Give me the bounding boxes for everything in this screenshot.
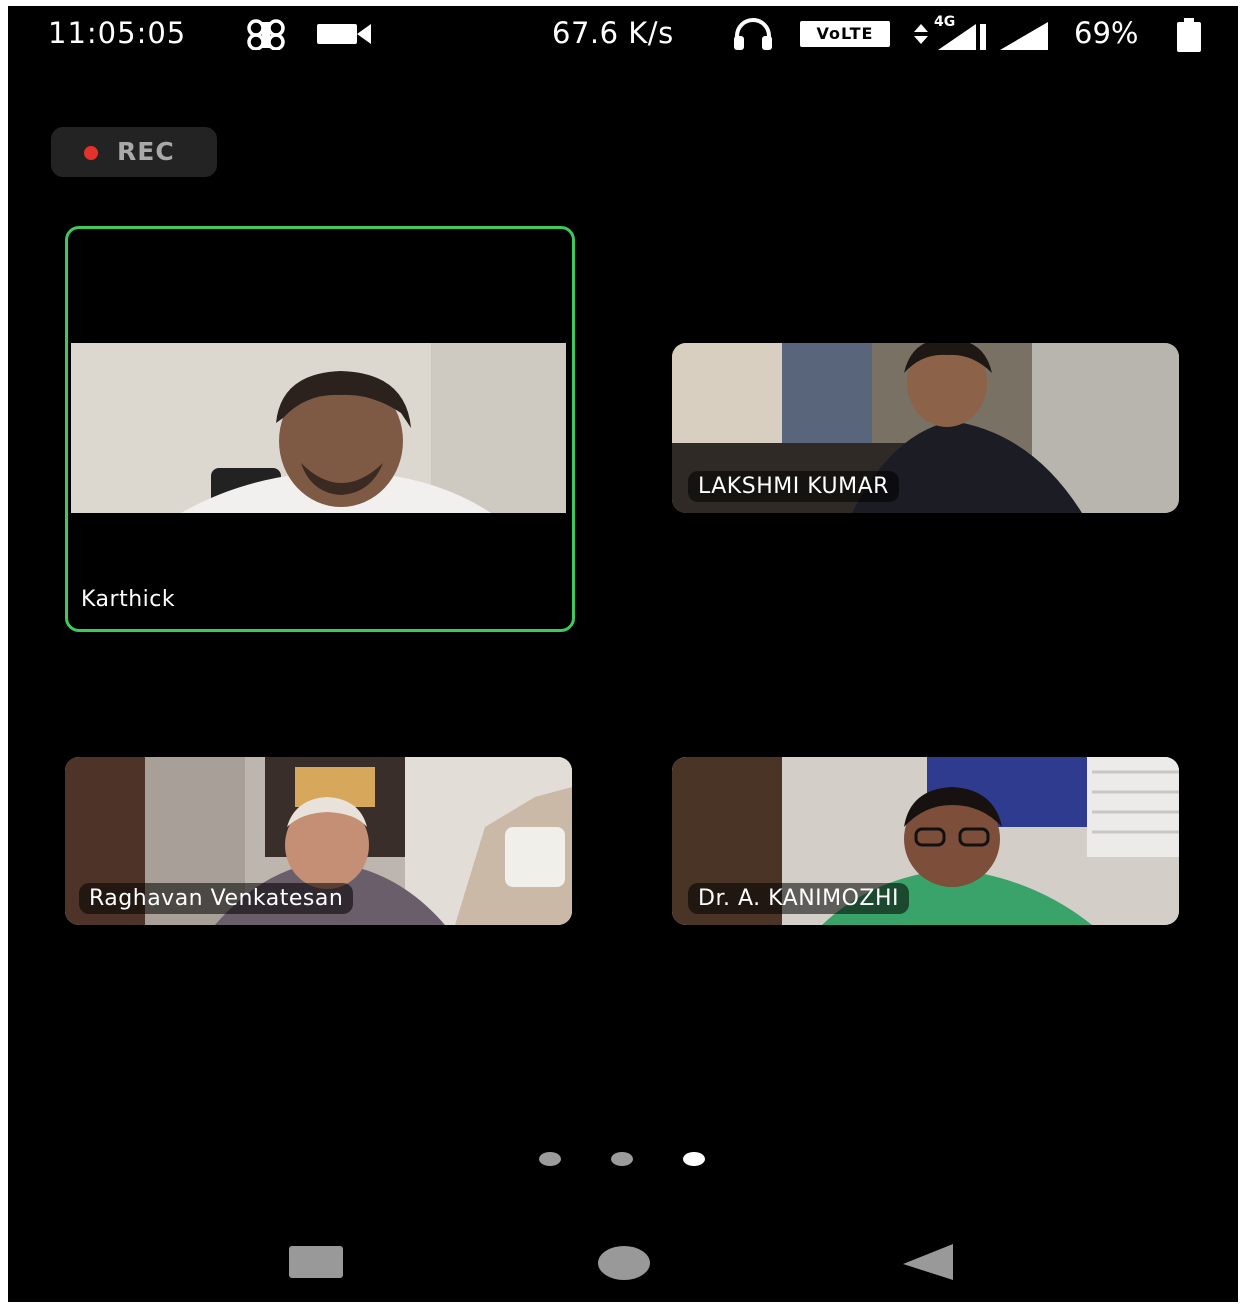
- battery-icon: [1175, 18, 1203, 52]
- page-dot[interactable]: [611, 1152, 633, 1166]
- meeting-screen: 11:05:05 67.6 K/s VoLTE 4G 69% REC Karth…: [8, 6, 1238, 1302]
- participant-name: Dr. A. KANIMOZHI: [688, 883, 910, 914]
- participant-tile[interactable]: Raghavan Venkatesan: [65, 757, 572, 925]
- page-dot-active[interactable]: [683, 1152, 705, 1166]
- home-button[interactable]: [598, 1246, 650, 1280]
- video-camera-icon: [317, 22, 373, 46]
- back-icon: [903, 1244, 953, 1280]
- participant-tile-active[interactable]: Karthick: [65, 226, 575, 632]
- volte-badge: VoLTE: [800, 21, 890, 47]
- battery-percent: 69%: [1074, 16, 1139, 50]
- clock: 11:05:05: [48, 16, 187, 50]
- participant-name: Karthick: [81, 587, 176, 612]
- recording-indicator[interactable]: REC: [51, 127, 217, 177]
- status-bar: 11:05:05 67.6 K/s VoLTE 4G 69%: [8, 6, 1238, 62]
- participant-name: Raghavan Venkatesan: [79, 883, 354, 914]
- back-button[interactable]: [901, 1242, 955, 1282]
- participant-tile[interactable]: Dr. A. KANIMOZHI: [672, 757, 1179, 925]
- participant-video: [71, 343, 566, 513]
- headphones-icon: [731, 18, 775, 52]
- recents-button[interactable]: [289, 1246, 343, 1278]
- data-arrows-icon: [913, 22, 929, 46]
- participant-name: LAKSHMI KUMAR: [688, 471, 899, 502]
- participant-tile[interactable]: LAKSHMI KUMAR: [672, 343, 1179, 513]
- fan-icon: [242, 18, 290, 50]
- signal-icon: [998, 20, 1050, 52]
- page-dot[interactable]: [539, 1152, 561, 1166]
- signal-4g-icon: [928, 20, 988, 52]
- record-dot-icon: [84, 146, 98, 160]
- recording-label: REC: [117, 137, 175, 166]
- network-speed: 67.6 K/s: [552, 16, 674, 50]
